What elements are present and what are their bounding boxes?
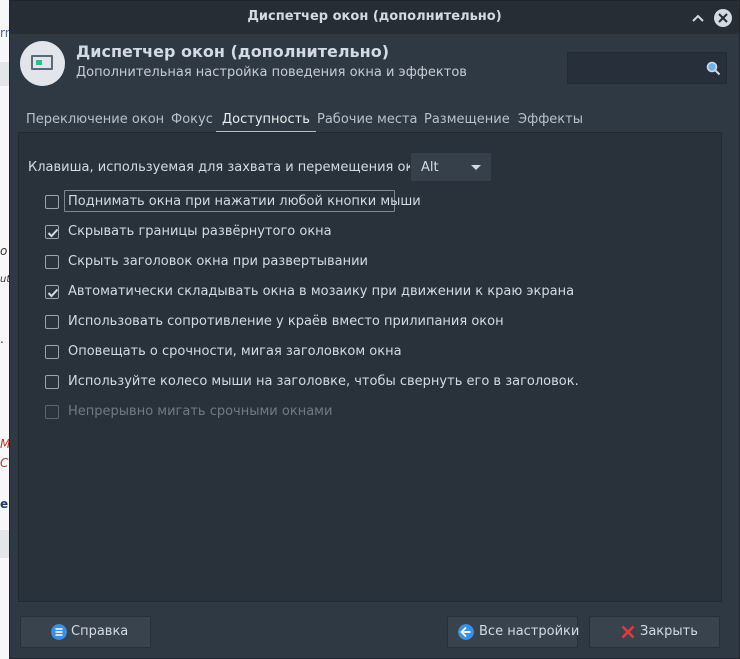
- checkbox[interactable]: [45, 375, 59, 389]
- maximize-button[interactable]: [689, 9, 707, 27]
- checkbox[interactable]: [45, 195, 59, 209]
- option-label: Использовать сопротивление у краёв вмест…: [68, 314, 504, 329]
- checkbox[interactable]: [45, 225, 59, 239]
- grab-key-select[interactable]: Alt: [410, 152, 492, 182]
- chevron-up-icon: [692, 14, 704, 22]
- close-icon: [621, 625, 635, 639]
- checkbox: [45, 405, 59, 419]
- help-button[interactable]: Справка: [20, 616, 151, 648]
- tab-focus[interactable]: Фокус: [165, 109, 219, 133]
- option-label: Используйте колесо мыши на заголовке, чт…: [68, 374, 579, 389]
- tab-workspaces[interactable]: Рабочие места: [311, 109, 424, 133]
- dialog-footer: Справка Все настройки Закрыть: [10, 605, 739, 659]
- chevron-down-icon: [471, 165, 481, 170]
- option-label: Поднимать окна при нажатии любой кнопки …: [68, 194, 421, 209]
- checkbox[interactable]: [45, 345, 59, 359]
- checkbox[interactable]: [45, 255, 59, 269]
- tab-effects[interactable]: Эффекты: [512, 109, 589, 133]
- settings-dialog: Диспетчер окон (дополнительно) Диспетчер…: [9, 0, 740, 659]
- page-subtitle: Дополнительная настройка поведения окна …: [76, 65, 467, 80]
- close-icon: [718, 13, 728, 23]
- tab-bar: Переключение окон Фокус Доступность Рабо…: [20, 109, 720, 133]
- option-label: Непрерывно мигать срочными окнами: [68, 404, 333, 419]
- checkbox[interactable]: [45, 285, 59, 299]
- dialog-header: Диспетчер окон (дополнительно) Дополните…: [10, 34, 739, 98]
- help-label: Справка: [71, 624, 129, 639]
- close-button[interactable]: Закрыть: [589, 616, 720, 648]
- grab-key-label: Клавиша, используемая для захвата и пере…: [28, 160, 435, 175]
- tab-placement[interactable]: Размещение: [418, 109, 516, 133]
- option-label: Автоматически складывать окна в мозаику …: [68, 284, 575, 299]
- window-manager-icon: [20, 41, 65, 86]
- help-icon: [51, 624, 67, 640]
- tab-window-switching[interactable]: Переключение окон: [20, 109, 170, 133]
- option-label: Оповещать о срочности, мигая заголовком …: [68, 344, 402, 359]
- option-label: Скрыть заголовок окна при развертывании: [68, 254, 368, 269]
- back-arrow-icon: [458, 624, 474, 640]
- checkbox[interactable]: [45, 315, 59, 329]
- all-settings-label: Все настройки: [479, 624, 580, 639]
- checkmark-icon: [47, 228, 59, 238]
- tab-accessibility[interactable]: Доступность: [216, 109, 316, 133]
- close-label: Закрыть: [640, 624, 698, 639]
- checkmark-icon: [47, 288, 59, 298]
- grab-key-value: Alt: [421, 160, 439, 175]
- search-input[interactable]: [567, 52, 727, 84]
- close-window-button[interactable]: [714, 9, 732, 27]
- option-label: Скрывать границы развёрнутого окна: [68, 224, 332, 239]
- page-title: Диспетчер окон (дополнительно): [76, 42, 390, 61]
- title-bar[interactable]: Диспетчер окон (дополнительно): [10, 1, 739, 34]
- window-title: Диспетчер окон (дополнительно): [247, 9, 502, 24]
- all-settings-button[interactable]: Все настройки: [447, 616, 580, 648]
- accessibility-panel: Клавиша, используемая для захвата и пере…: [18, 132, 722, 602]
- search-icon[interactable]: [705, 60, 721, 76]
